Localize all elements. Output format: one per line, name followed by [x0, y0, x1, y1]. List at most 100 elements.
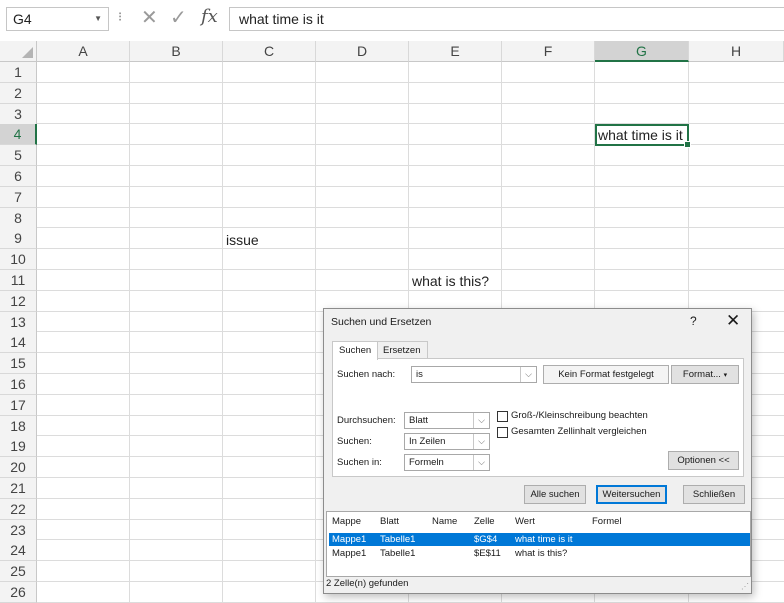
row-gridline [37, 248, 784, 250]
row-header-10[interactable]: 10 [0, 249, 37, 271]
result-wert: what is this? [515, 548, 568, 559]
look-in-select[interactable]: Formeln ⌵ [404, 454, 490, 471]
results-list: Mappe Blatt Name Zelle Wert Formel Mappe… [326, 511, 751, 577]
results-header-mappe[interactable]: Mappe [332, 516, 361, 527]
chevron-down-icon[interactable]: ⌵ [473, 413, 489, 428]
column-header-f[interactable]: F [502, 41, 595, 62]
results-header-wert[interactable]: Wert [515, 516, 535, 527]
row-header-8[interactable]: 8 [0, 207, 37, 229]
cell-c9[interactable]: issue [223, 230, 259, 250]
more-options-icon: ⁝ [118, 9, 123, 24]
column-header-e[interactable]: E [409, 41, 502, 62]
row-header-6[interactable]: 6 [0, 166, 37, 187]
chevron-down-icon[interactable]: ⌵ [473, 434, 489, 449]
results-row[interactable]: Mappe1 Tabelle1 $E$11 what is this? [329, 547, 750, 560]
cancel-icon[interactable]: ✕ [141, 5, 158, 30]
row-header-1[interactable]: 1 [0, 62, 37, 83]
row-header-12[interactable]: 12 [0, 290, 37, 312]
fill-handle[interactable] [684, 141, 691, 148]
results-row[interactable]: Mappe1 Tabelle1 $G$4 what time is it [329, 533, 750, 546]
match-case-label: Groß-/Kleinschreibung beachten [511, 410, 648, 421]
row-header-17[interactable]: 17 [0, 394, 37, 416]
results-header-name[interactable]: Name [432, 516, 457, 527]
cell-e11[interactable]: what is this? [409, 271, 489, 291]
row-header-26[interactable]: 26 [0, 582, 37, 603]
formula-input[interactable]: what time is it [229, 7, 784, 31]
tab-ersetzen[interactable]: Ersetzen [376, 341, 428, 359]
result-mappe: Mappe1 [332, 548, 367, 559]
search-order-select[interactable]: In Zeilen ⌵ [404, 433, 490, 450]
row-header-4[interactable]: 4 [0, 124, 37, 146]
column-header-h[interactable]: H [689, 41, 784, 62]
results-header-blatt[interactable]: Blatt [380, 516, 399, 527]
row-header-7[interactable]: 7 [0, 186, 37, 208]
row-header-9[interactable]: 9 [0, 228, 37, 250]
options-button[interactable]: Optionen << [668, 451, 739, 470]
row-header-20[interactable]: 20 [0, 457, 37, 479]
row-header-19[interactable]: 19 [0, 436, 37, 458]
find-next-button[interactable]: Weitersuchen [596, 485, 667, 504]
row-header-2[interactable]: 2 [0, 82, 37, 104]
search-order-value: In Zeilen [409, 436, 446, 447]
column-header-a[interactable]: A [37, 41, 130, 62]
help-icon[interactable]: ? [690, 314, 697, 328]
row-header-22[interactable]: 22 [0, 498, 37, 520]
search-panel: Suchen nach: is ⌵ Kein Format festgelegt… [332, 358, 744, 477]
row-header-3[interactable]: 3 [0, 103, 37, 125]
enter-check-icon[interactable]: ✓ [170, 5, 187, 30]
close-icon[interactable]: ✕ [726, 311, 740, 331]
row-header-18[interactable]: 18 [0, 415, 37, 437]
match-entire-label: Gesamten Zellinhalt vergleichen [511, 426, 647, 437]
result-wert: what time is it [515, 534, 573, 545]
name-box[interactable]: G4 ▼ [6, 7, 109, 31]
column-gridline [129, 62, 130, 603]
result-mappe: Mappe1 [332, 534, 367, 545]
find-all-button[interactable]: Alle suchen [524, 485, 586, 504]
row-header-25[interactable]: 25 [0, 561, 37, 583]
result-blatt: Tabelle1 [380, 534, 416, 545]
match-case-checkbox[interactable] [497, 411, 508, 422]
search-input-value: is [416, 369, 423, 380]
search-input[interactable]: is ⌵ [411, 366, 537, 383]
look-in-label: Suchen in: [337, 457, 382, 468]
resize-grip-icon[interactable]: ⋰ [741, 582, 749, 591]
results-header-formel[interactable]: Formel [592, 516, 622, 527]
row-gridline [37, 185, 784, 187]
column-header-b[interactable]: B [130, 41, 223, 62]
column-header-c[interactable]: C [223, 41, 316, 62]
insert-function-icon[interactable]: fx [201, 6, 218, 27]
look-in-value: Formeln [409, 457, 444, 468]
row-header-15[interactable]: 15 [0, 353, 37, 375]
row-header-11[interactable]: 11 [0, 270, 37, 291]
row-header-23[interactable]: 23 [0, 519, 37, 541]
row-gridline [37, 227, 784, 229]
results-header-zelle[interactable]: Zelle [474, 516, 495, 527]
chevron-down-icon[interactable]: ⌵ [473, 455, 489, 470]
within-select[interactable]: Blatt ⌵ [404, 412, 490, 429]
row-header-16[interactable]: 16 [0, 374, 37, 395]
row-gridline [37, 165, 784, 166]
row-gridline [37, 269, 784, 270]
result-zelle: $E$11 [474, 548, 501, 559]
format-status: Kein Format festgelegt [543, 365, 669, 384]
chevron-down-icon: ▾ [723, 372, 728, 379]
column-gridline [315, 62, 316, 603]
formula-bar: G4 ▼ ⁝ ✕ ✓ fx what time is it [0, 0, 784, 38]
search-order-label: Suchen: [337, 436, 372, 447]
column-header-g[interactable]: G [595, 41, 689, 62]
row-header-24[interactable]: 24 [0, 540, 37, 562]
chevron-down-icon[interactable]: ▼ [94, 8, 102, 30]
chevron-down-icon[interactable]: ⌵ [520, 367, 536, 382]
tab-suchen[interactable]: Suchen [332, 341, 379, 360]
row-header-13[interactable]: 13 [0, 311, 37, 333]
close-button[interactable]: Schließen [683, 485, 745, 504]
format-button-label: Format... [682, 369, 721, 380]
select-all-button[interactable] [0, 41, 37, 62]
format-button[interactable]: Format... ▾ [671, 365, 739, 384]
column-header-d[interactable]: D [316, 41, 409, 62]
result-blatt: Tabelle1 [380, 548, 416, 559]
row-header-14[interactable]: 14 [0, 332, 37, 354]
row-header-5[interactable]: 5 [0, 145, 37, 167]
row-header-21[interactable]: 21 [0, 478, 37, 499]
match-entire-checkbox[interactable] [497, 427, 508, 438]
